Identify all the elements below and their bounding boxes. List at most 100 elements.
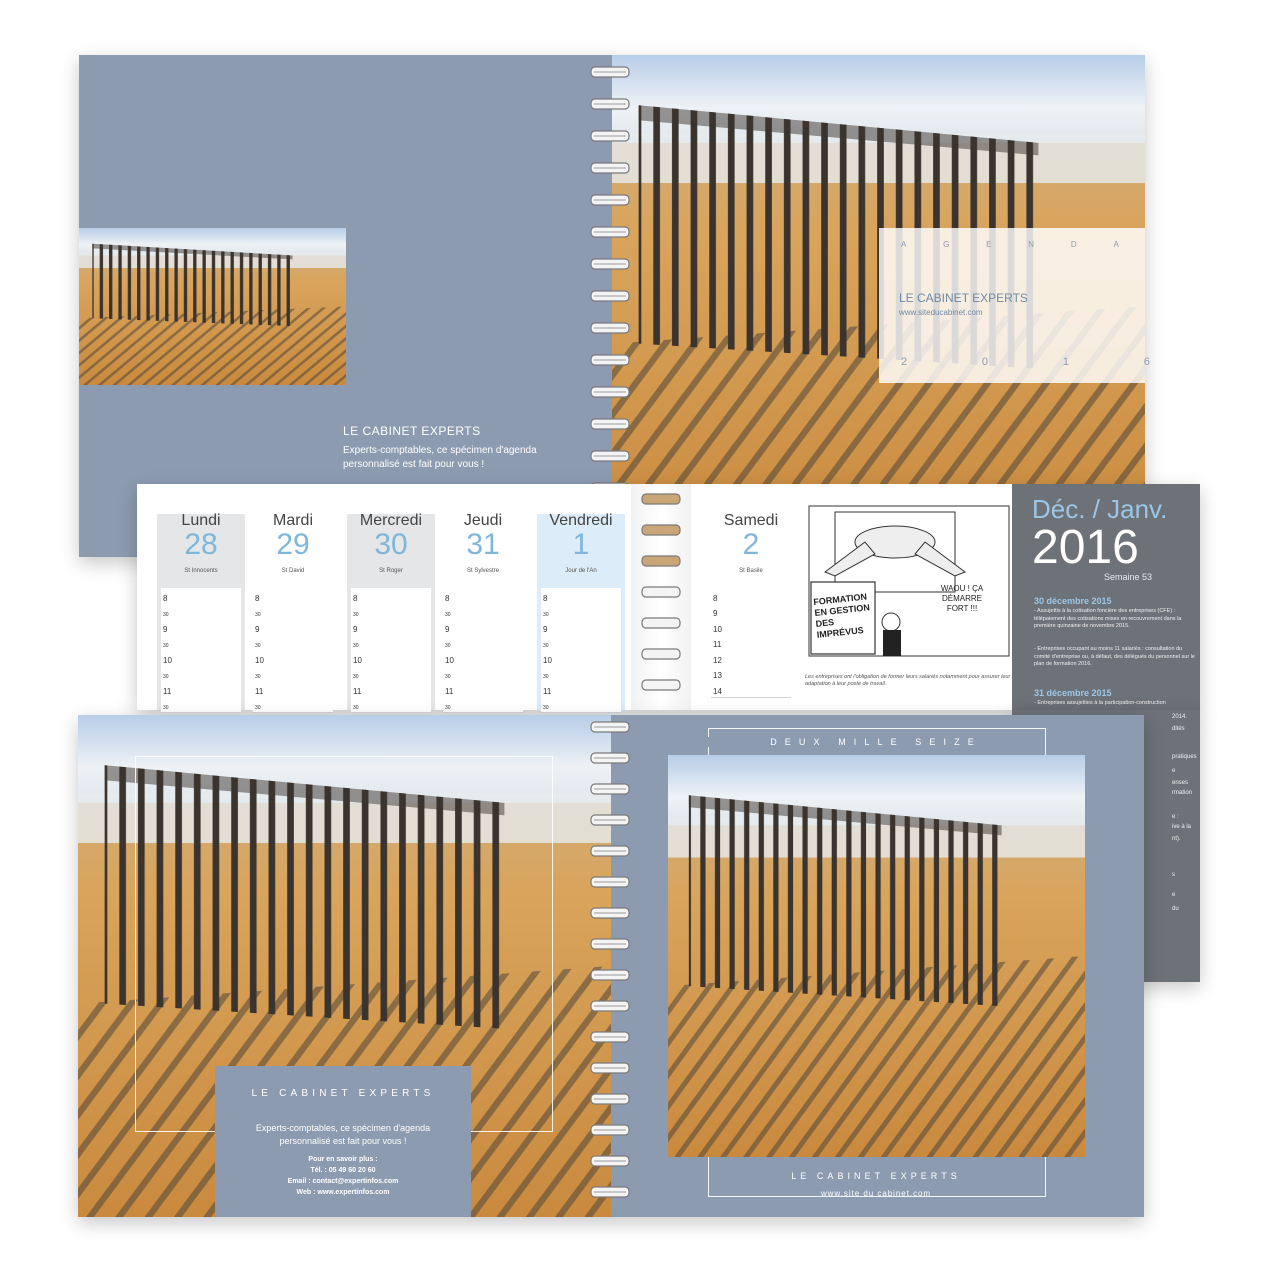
hour-row[interactable]: 30 xyxy=(351,603,431,620)
hour-row[interactable]: 14 xyxy=(711,681,791,698)
spiral-ring xyxy=(641,647,681,661)
spiral-ring xyxy=(590,782,630,796)
hour-row[interactable]: 8 xyxy=(351,588,431,605)
day-number: 30 xyxy=(374,528,408,561)
hour-row[interactable]: 11 xyxy=(351,681,431,698)
hour-row[interactable]: 10 xyxy=(351,650,431,667)
day-saint: St David xyxy=(281,568,305,574)
hour-label: 30 xyxy=(163,643,169,649)
hour-label: 30 xyxy=(445,612,451,618)
hour-row[interactable]: 11 xyxy=(253,681,333,698)
hour-row[interactable]: 8 xyxy=(541,588,621,605)
info-box-heading: Pour en savoir plus : xyxy=(308,1156,378,1163)
hour-row[interactable]: 30 xyxy=(351,696,431,713)
hour-row[interactable]: 10 xyxy=(711,619,791,636)
spiral-ring xyxy=(641,492,681,506)
day-number: 2 xyxy=(742,528,760,561)
panel-fragment: e xyxy=(1172,768,1176,774)
bottom-left-info-box: LE CABINET EXPERTS Experts-comptables, c… xyxy=(215,1066,471,1217)
hour-row[interactable]: 12 xyxy=(711,650,791,667)
hour-label: 30 xyxy=(445,705,451,711)
day-number: 29 xyxy=(276,528,310,561)
hour-row[interactable]: 9 xyxy=(711,603,791,620)
hour-label: 30 xyxy=(255,643,261,649)
hour-row[interactable]: 10 xyxy=(443,650,523,667)
hour-row[interactable]: 30 xyxy=(161,634,241,651)
hour-label: 8 xyxy=(445,593,450,603)
hour-row[interactable]: 30 xyxy=(161,696,241,713)
hour-row[interactable]: 30 xyxy=(541,665,621,682)
hour-label: 10 xyxy=(353,655,362,665)
hour-row[interactable]: 9 xyxy=(161,619,241,636)
day-saint: St Sylvestre xyxy=(466,568,499,574)
hour-row[interactable]: 8 xyxy=(711,588,791,605)
hour-label: 11 xyxy=(255,686,264,696)
hour-row[interactable]: 30 xyxy=(253,696,333,713)
hour-row[interactable]: 30 xyxy=(541,603,621,620)
hour-label: 11 xyxy=(543,686,552,696)
panel-bullet-1: - Assujettis à la cotisation foncière de… xyxy=(1034,608,1182,629)
hour-row[interactable]: 8 xyxy=(443,588,523,605)
spiral-ring xyxy=(590,906,630,920)
day-number: 31 xyxy=(466,528,500,561)
hour-label: 12 xyxy=(713,655,722,665)
hour-row[interactable]: 30 xyxy=(161,665,241,682)
hour-row[interactable]: 10 xyxy=(253,650,333,667)
hour-row[interactable]: 30 xyxy=(541,634,621,651)
hour-row[interactable]: 13 xyxy=(711,665,791,682)
panel-fragment: 2014. xyxy=(1172,714,1188,720)
hour-row[interactable]: 30 xyxy=(541,696,621,713)
hour-row[interactable]: 30 xyxy=(253,603,333,620)
day-number: 1 xyxy=(572,528,590,561)
hour-row[interactable]: 9 xyxy=(541,619,621,636)
hour-row[interactable]: 9 xyxy=(443,619,523,636)
cover-website: www.siteducabinet.com xyxy=(899,308,983,317)
hour-row[interactable]: 8 xyxy=(253,588,333,605)
bottom-right-top-label: DEUX MILLE SEIZE xyxy=(708,737,1044,747)
hour-row[interactable]: 30 xyxy=(253,634,333,651)
spiral-ring xyxy=(590,844,630,858)
hour-row[interactable]: 11 xyxy=(443,681,523,698)
panel-fragment: dités xyxy=(1172,726,1185,732)
spiral-ring xyxy=(590,385,630,399)
hour-row[interactable]: 11 xyxy=(711,634,791,651)
hour-row[interactable]: 11 xyxy=(541,681,621,698)
info-box-web: Web : www.expertinfos.com xyxy=(296,1189,390,1196)
hour-row[interactable]: 30 xyxy=(443,634,523,651)
spiral-ring xyxy=(590,193,630,207)
hour-row[interactable]: 30 xyxy=(351,634,431,651)
hour-label: 9 xyxy=(255,624,260,634)
hour-row[interactable]: 11 xyxy=(161,681,241,698)
hour-row[interactable]: 9 xyxy=(253,619,333,636)
day-saint: St Basile xyxy=(739,568,763,574)
hour-row[interactable]: 8 xyxy=(161,588,241,605)
hour-row[interactable]: 30 xyxy=(443,696,523,713)
hour-label: 11 xyxy=(163,686,172,696)
spiral-ring xyxy=(590,1185,630,1199)
hour-label: 8 xyxy=(353,593,358,603)
hour-row[interactable]: 10 xyxy=(541,650,621,667)
day-number: 28 xyxy=(184,528,218,561)
hour-row[interactable]: 30 xyxy=(161,603,241,620)
hour-row[interactable]: 30 xyxy=(443,603,523,620)
hour-label: 30 xyxy=(255,705,261,711)
hour-label: 30 xyxy=(353,674,359,680)
top-left-tagline-2: personnalisé est fait pour vous ! xyxy=(343,459,485,470)
hour-row[interactable]: 10 xyxy=(161,650,241,667)
spiral-ring xyxy=(590,999,630,1013)
hour-row[interactable]: 30 xyxy=(253,665,333,682)
spiral-ring xyxy=(590,257,630,271)
planner-day: Lundi 28 St Innocents 8 30 9 30 10 30 11 30 xyxy=(157,484,245,713)
spiral-ring xyxy=(590,968,630,982)
planner-side-panel: Déc. / Janv. 2016 Semaine 53 30 décembre… xyxy=(1012,484,1200,710)
hour-label: 11 xyxy=(353,686,362,696)
bottom-right-title: LE CABINET EXPERTS xyxy=(791,1171,961,1181)
hour-row[interactable]: 30 xyxy=(443,665,523,682)
info-box-email: Email : contact@expertinfos.com xyxy=(287,1178,399,1185)
hour-label: 8 xyxy=(713,593,718,603)
day-saint: St Roger xyxy=(379,568,403,574)
hour-row[interactable]: 9 xyxy=(351,619,431,636)
hour-label: 30 xyxy=(353,705,359,711)
hour-row[interactable]: 30 xyxy=(351,665,431,682)
spiral-ring xyxy=(590,65,630,79)
